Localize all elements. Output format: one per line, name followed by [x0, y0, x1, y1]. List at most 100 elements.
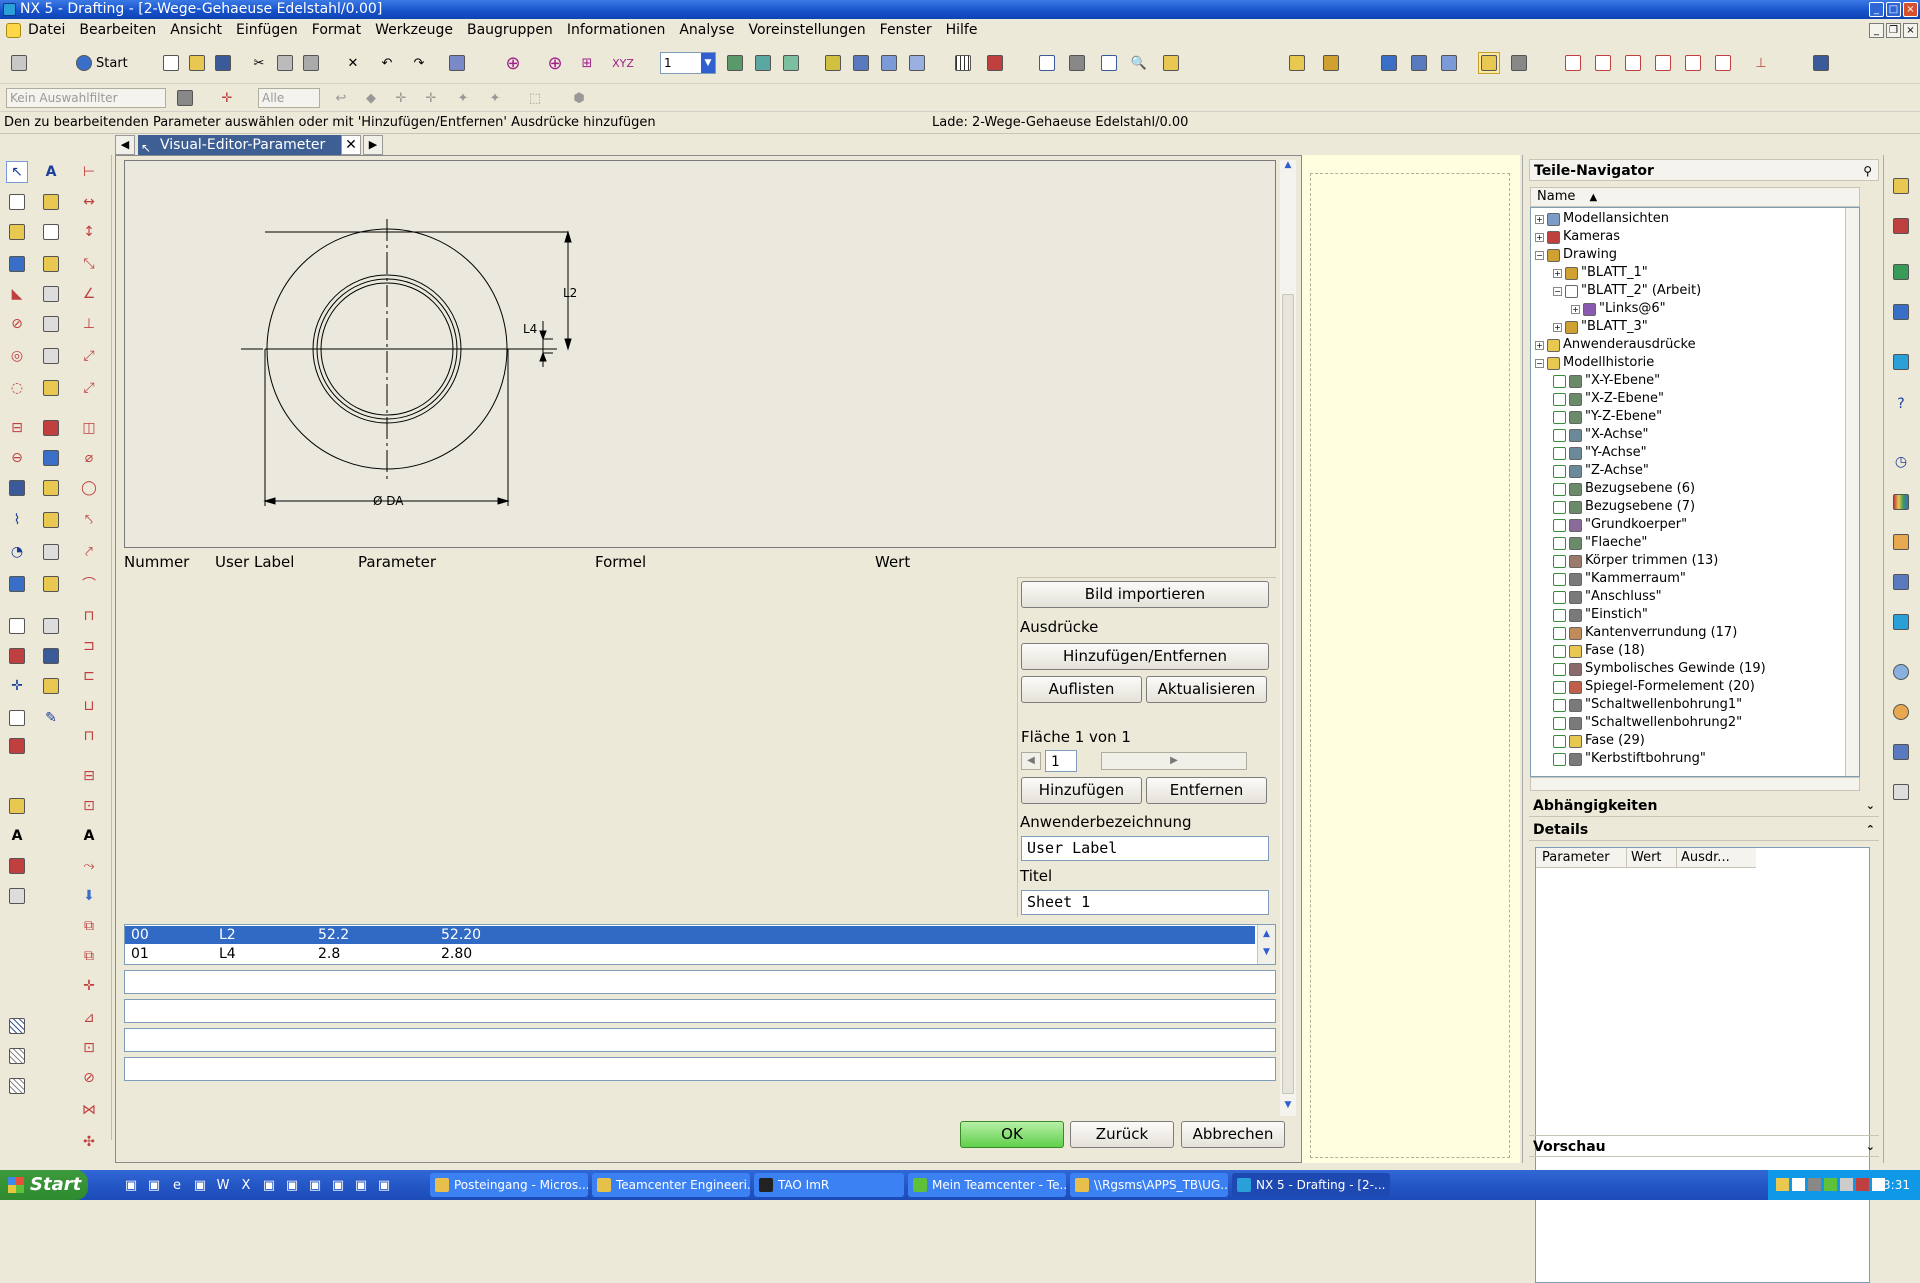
area-fill-icon[interactable] — [6, 1045, 28, 1067]
checkbox-icon[interactable] — [1553, 644, 1566, 658]
quicklaunch-docs-icon[interactable]: ▣ — [281, 1174, 303, 1196]
checkbox-icon[interactable] — [1553, 536, 1566, 550]
scroll-up-icon[interactable]: ▲ — [1280, 160, 1296, 176]
system-menu-icon[interactable] — [6, 23, 21, 38]
tray-icon-6[interactable] — [1856, 1178, 1869, 1191]
checkbox-icon[interactable] — [1553, 392, 1566, 406]
menu-bearbeiten[interactable]: Bearbeiten — [79, 19, 156, 42]
constraint-navigator-icon[interactable] — [1890, 215, 1912, 237]
detail-view-icon[interactable] — [1682, 52, 1704, 74]
scroll-down-icon[interactable]: ▼ — [1258, 943, 1275, 961]
windows-start-button[interactable]: Start — [0, 1170, 88, 1200]
tree-item[interactable]: Fase (29) — [1553, 732, 1645, 750]
system-materials-icon[interactable] — [1890, 571, 1912, 593]
tree-item[interactable]: "Grundkoerper" — [1553, 516, 1687, 534]
tree-item[interactable]: Kantenverrundung (17) — [1553, 624, 1737, 642]
scroll-down-icon[interactable]: ▼ — [1280, 1100, 1296, 1116]
snap-point-icon[interactable]: ✛ — [216, 87, 238, 109]
expand-icon[interactable]: + — [1535, 340, 1544, 350]
undo-icon[interactable]: ↶ — [376, 52, 398, 74]
menu-informationen[interactable]: Informationen — [567, 19, 666, 42]
expand-icon[interactable]: + — [1571, 304, 1580, 314]
task-tao-imr[interactable]: TAO ImR — [754, 1173, 904, 1197]
tab-scroll-right-icon[interactable]: ▶ — [363, 135, 383, 155]
collapse-icon[interactable]: − — [1553, 286, 1562, 296]
type-filter-select[interactable]: Kein Auswahlfilter — [6, 88, 166, 108]
tree-item[interactable]: Bezugsebene (6) — [1553, 480, 1695, 498]
section-view-icon[interactable] — [1712, 52, 1734, 74]
remove-sheet-button[interactable]: Entfernen — [1146, 777, 1267, 804]
details-col-ausdr[interactable]: Ausdr... — [1676, 848, 1756, 868]
tab-visual-editor-parameter[interactable]: ↖ Visual-Editor-Parameter — [138, 135, 353, 155]
layer-visible-icon[interactable] — [752, 52, 774, 74]
quicklaunch-teamcenter-icon[interactable]: ▣ — [304, 1174, 326, 1196]
update-button[interactable]: Aktualisieren — [1146, 676, 1267, 703]
tree-hscrollbar[interactable] — [1530, 777, 1860, 791]
utility-stamp-icon[interactable]: ⬇ — [78, 885, 100, 907]
details-col-wert[interactable]: Wert — [1626, 848, 1662, 868]
tree-item[interactable]: "Y-Z-Ebene" — [1553, 408, 1662, 426]
dim-edit-icon[interactable]: ⊟ — [78, 765, 100, 787]
dim-vertical-chain-icon[interactable]: ⊐ — [78, 635, 100, 657]
ordinate-icon[interactable] — [40, 283, 62, 305]
drawing-mode-icon[interactable] — [1478, 52, 1500, 74]
note-icon[interactable] — [6, 573, 28, 595]
hide-icon[interactable] — [850, 52, 872, 74]
dim-slope-icon[interactable]: ⤢ — [78, 377, 100, 399]
table-scrollbar[interactable]: ▲ ▼ — [1257, 925, 1275, 964]
centerline-icon[interactable]: ✛ — [6, 675, 28, 697]
tree-item[interactable]: Symbolisches Gewinde (19) — [1553, 660, 1766, 678]
tree-item[interactable]: + Kameras — [1535, 228, 1620, 246]
snap-mid-icon[interactable]: ✛ — [390, 87, 412, 109]
tree-item[interactable]: + Anwenderausdrücke — [1535, 336, 1696, 354]
task-teamcenter-engineering[interactable]: Teamcenter Engineeri... — [592, 1173, 750, 1197]
sketch-icon[interactable] — [40, 615, 62, 637]
add-sheet-button[interactable]: Hinzufügen — [1021, 777, 1142, 804]
checkbox-icon[interactable] — [1553, 446, 1566, 460]
sheet-icon[interactable] — [1508, 52, 1530, 74]
dialog-scrollbar[interactable]: ▲ ▼ — [1280, 160, 1296, 1116]
tools-icon[interactable] — [1890, 781, 1912, 803]
quicklaunch-ie-icon[interactable]: e — [166, 1174, 188, 1196]
quicklaunch-nx-icon[interactable]: ▣ — [258, 1174, 280, 1196]
break-view-icon[interactable]: ◌ — [6, 377, 28, 399]
ok-button[interactable]: OK — [960, 1121, 1064, 1148]
sheet-icon-left[interactable] — [6, 191, 28, 213]
copy-icon[interactable] — [274, 52, 296, 74]
internet-explorer-icon[interactable] — [1890, 351, 1912, 373]
utility-chain-icon[interactable]: ⧉ — [78, 945, 100, 967]
mdi-restore-button[interactable]: ❐ — [1886, 23, 1901, 38]
tree-item[interactable]: "Schaltwellenbohrung2" — [1553, 714, 1742, 732]
menu-format[interactable]: Format — [312, 19, 361, 42]
utility-leader-icon[interactable]: ⤳ — [78, 855, 100, 877]
table-row[interactable]: 00 L2 52.2 52.20 — [125, 926, 1255, 944]
checkbox-icon[interactable] — [1553, 374, 1566, 388]
tray-icon-1[interactable] — [1776, 1178, 1789, 1191]
tree-item[interactable]: + Modellansichten — [1535, 210, 1669, 228]
tray-icon-2[interactable] — [1792, 1178, 1805, 1191]
select-arrow-icon[interactable]: ↖ — [6, 161, 28, 183]
layer-select[interactable]: 1 ▼ — [660, 52, 716, 74]
note-box-icon[interactable] — [40, 253, 62, 275]
tree-item[interactable]: + "BLATT_1" — [1553, 264, 1648, 282]
scroll-thumb[interactable] — [1282, 294, 1294, 1094]
menu-hilfe[interactable]: Hilfe — [946, 19, 978, 42]
checkbox-icon[interactable] — [1553, 500, 1566, 514]
palette-icon[interactable] — [1890, 491, 1912, 513]
quicklaunch-more-icon[interactable]: ▣ — [373, 1174, 395, 1196]
table-edit-icon[interactable] — [40, 313, 62, 335]
scroll-up-icon[interactable]: ▲ — [1258, 925, 1275, 943]
pin-icon[interactable]: ⚲ — [1863, 160, 1872, 182]
import-image-button[interactable]: Bild importieren — [1021, 581, 1269, 608]
user-icon[interactable] — [1890, 701, 1912, 723]
dim-cylinder-icon[interactable]: ◫ — [78, 417, 100, 439]
quicklaunch-excel-icon[interactable]: X — [235, 1174, 257, 1196]
sheet-prev-icon[interactable]: ◀ — [1021, 752, 1041, 770]
blank-icon[interactable] — [906, 52, 928, 74]
scope-filter-select[interactable]: Alle — [258, 88, 320, 108]
utility-frame-icon[interactable]: ⊡ — [78, 1037, 100, 1059]
tree-item[interactable]: "X-Y-Ebene" — [1553, 372, 1660, 390]
quicklaunch-settings-icon[interactable]: ▣ — [327, 1174, 349, 1196]
solid-fill-icon[interactable] — [6, 1075, 28, 1097]
redo-icon[interactable]: ↷ — [408, 52, 430, 74]
